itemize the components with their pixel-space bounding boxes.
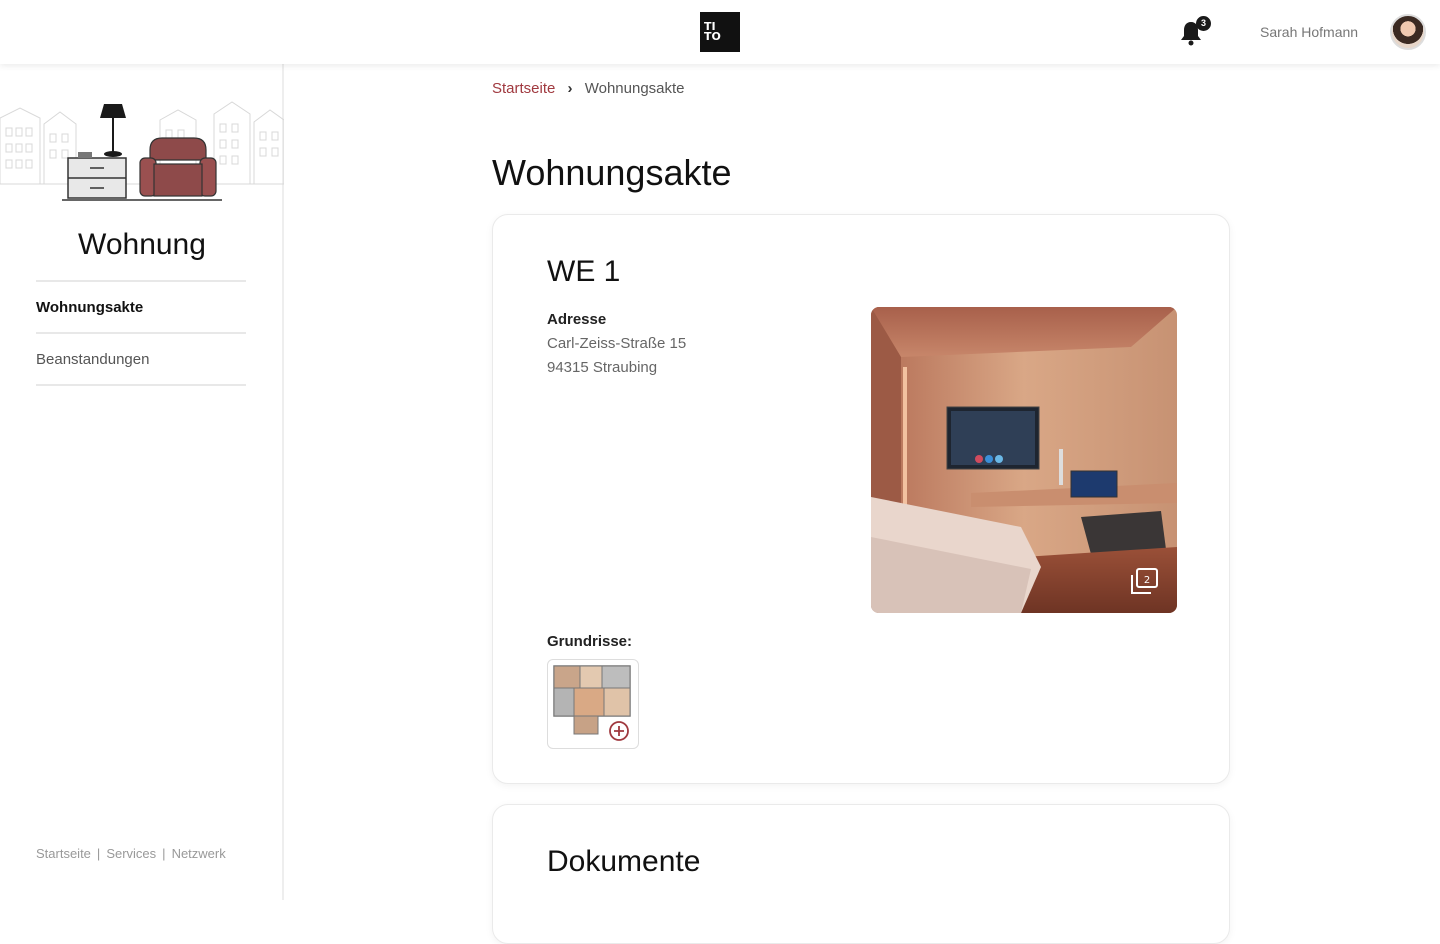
footer-separator: | <box>96 846 101 861</box>
notification-badge: 3 <box>1196 16 1211 31</box>
gallery-icon[interactable]: 2 <box>1129 567 1159 595</box>
logo-line-2: TO <box>704 30 721 43</box>
address-label: Adresse <box>547 311 607 328</box>
sidebar: Wohnung Wohnungsakte Beanstandungen Star… <box>0 64 284 900</box>
app-logo[interactable]: TI TO <box>700 12 740 52</box>
unit-card: WE 1 Adresse Carl-Zeiss-Straße 15 94315 … <box>492 214 1230 784</box>
address-street: Carl-Zeiss-Straße 15 <box>547 335 687 352</box>
apartment-photo[interactable]: 2 <box>871 307 1177 613</box>
breadcrumb: Startseite › Wohnungsakte <box>492 80 685 97</box>
unit-title: WE 1 <box>547 255 621 288</box>
avatar[interactable] <box>1390 14 1426 50</box>
top-bar: TI TO 3 Sarah Hofmann <box>0 0 1440 64</box>
sidebar-item-wohnungsakte[interactable]: Wohnungsakte <box>36 282 246 334</box>
documents-title: Dokumente <box>547 845 701 878</box>
breadcrumb-home[interactable]: Startseite <box>492 80 555 97</box>
footer-link-netzwerk[interactable]: Netzwerk <box>172 846 226 861</box>
svg-text:2: 2 <box>1144 575 1150 586</box>
footer-links: Startseite | Services | Netzwerk <box>36 846 226 861</box>
footer-link-startseite[interactable]: Startseite <box>36 846 91 861</box>
zoom-in-icon[interactable] <box>608 720 630 742</box>
apartment-illustration <box>0 101 284 201</box>
documents-card: Dokumente <box>492 804 1230 944</box>
page-title: Wohnungsakte <box>492 152 732 193</box>
floorplans-label: Grundrisse: <box>547 633 633 650</box>
floorplan-thumbnail[interactable] <box>547 659 639 749</box>
user-name[interactable]: Sarah Hofmann <box>1260 24 1358 40</box>
breadcrumb-current: Wohnungsakte <box>584 80 685 97</box>
sidebar-title: Wohnung <box>78 228 206 261</box>
footer-separator: | <box>162 846 166 861</box>
sidebar-item-beanstandungen[interactable]: Beanstandungen <box>36 334 246 386</box>
sidebar-nav: Wohnungsakte Beanstandungen <box>36 280 246 386</box>
footer-link-services[interactable]: Services <box>106 846 156 861</box>
chevron-right-icon: › <box>567 80 573 97</box>
address-city: 94315 Straubing <box>547 359 658 376</box>
